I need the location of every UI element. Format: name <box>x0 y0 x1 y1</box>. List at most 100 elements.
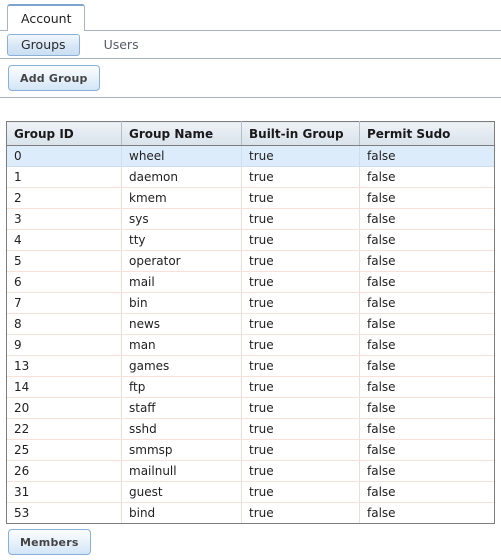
cell-built-in-group: true <box>241 460 360 482</box>
sub-tab-users[interactable]: Users <box>104 37 139 52</box>
cell-permit-sudo: false <box>359 376 494 398</box>
cell-group-name: sys <box>121 208 242 230</box>
table-row[interactable]: 8 news true false <box>7 313 494 335</box>
tab-account-label: Account <box>21 11 72 26</box>
cell-group-name: guest <box>121 481 242 503</box>
table-row[interactable]: 14 ftp true false <box>7 376 494 398</box>
cell-built-in-group: true <box>241 166 360 188</box>
groups-table-head: Group ID Group Name Built-in Group Permi… <box>7 121 494 146</box>
cell-built-in-group: true <box>241 502 360 523</box>
cell-permit-sudo: false <box>359 271 494 293</box>
cell-group-name: wheel <box>121 145 242 167</box>
cell-permit-sudo: false <box>359 334 494 356</box>
cell-built-in-group: true <box>241 271 360 293</box>
cell-group-id: 14 <box>7 376 122 398</box>
table-row[interactable]: 4 tty true false <box>7 229 494 251</box>
cell-permit-sudo: false <box>359 187 494 209</box>
cell-group-name: smmsp <box>121 439 242 461</box>
cell-permit-sudo: false <box>359 229 494 251</box>
cell-group-id: 6 <box>7 271 122 293</box>
cell-group-id: 31 <box>7 481 122 503</box>
cell-permit-sudo: false <box>359 250 494 272</box>
cell-group-name: man <box>121 334 242 356</box>
cell-built-in-group: true <box>241 397 360 419</box>
table-row[interactable]: 53 bind true false <box>7 502 494 523</box>
cell-group-name: mailnull <box>121 460 242 482</box>
cell-permit-sudo: false <box>359 208 494 230</box>
sub-tab-groups-label: Groups <box>21 37 66 52</box>
cell-group-name: bind <box>121 502 242 523</box>
sub-tab-users-label: Users <box>103 37 139 52</box>
groups-table: Group ID Group Name Built-in Group Permi… <box>7 121 494 523</box>
table-row[interactable]: 3 sys true false <box>7 208 494 230</box>
cell-group-id: 20 <box>7 397 122 419</box>
cell-built-in-group: true <box>241 439 360 461</box>
cell-built-in-group: true <box>241 418 360 440</box>
members-button[interactable]: Members <box>8 529 91 555</box>
table-row[interactable]: 0 wheel true false <box>7 145 494 167</box>
add-group-button[interactable]: Add Group <box>8 65 100 91</box>
cell-permit-sudo: false <box>359 292 494 314</box>
cell-permit-sudo: false <box>359 439 494 461</box>
cell-built-in-group: true <box>241 229 360 251</box>
cell-group-id: 3 <box>7 208 122 230</box>
column-header-group-name[interactable]: Group Name <box>121 121 242 146</box>
column-header-group-id[interactable]: Group ID <box>7 121 122 146</box>
toolbar: Add Group <box>0 59 501 98</box>
cell-built-in-group: true <box>241 355 360 377</box>
table-row[interactable]: 26 mailnull true false <box>7 460 494 482</box>
cell-permit-sudo: false <box>359 313 494 335</box>
groups-table-body: 0 wheel true false 1 daemon true false 2 kmem true… <box>7 145 494 523</box>
table-row[interactable]: 22 sshd true false <box>7 418 494 440</box>
cell-group-id: 25 <box>7 439 122 461</box>
cell-group-id: 2 <box>7 187 122 209</box>
cell-group-id: 4 <box>7 229 122 251</box>
cell-group-id: 5 <box>7 250 122 272</box>
sub-tab-row: Groups Users <box>0 31 501 59</box>
cell-group-name: daemon <box>121 166 242 188</box>
toolbar-table-gap <box>0 98 501 121</box>
sub-tab-groups[interactable]: Groups <box>7 33 80 56</box>
cell-group-name: tty <box>121 229 242 251</box>
cell-built-in-group: true <box>241 145 360 167</box>
cell-group-id: 26 <box>7 460 122 482</box>
column-header-permit-sudo[interactable]: Permit Sudo <box>359 121 494 146</box>
cell-built-in-group: true <box>241 292 360 314</box>
cell-group-id: 9 <box>7 334 122 356</box>
cell-built-in-group: true <box>241 250 360 272</box>
footer-bar: Members <box>0 524 501 560</box>
tab-account[interactable]: Account <box>7 4 86 31</box>
cell-group-name: kmem <box>121 187 242 209</box>
table-row[interactable]: 13 games true false <box>7 355 494 377</box>
cell-built-in-group: true <box>241 313 360 335</box>
add-group-button-label: Add Group <box>20 71 88 85</box>
cell-group-name: games <box>121 355 242 377</box>
cell-built-in-group: true <box>241 334 360 356</box>
cell-permit-sudo: false <box>359 418 494 440</box>
cell-permit-sudo: false <box>359 481 494 503</box>
column-header-built-in-group[interactable]: Built-in Group <box>241 121 360 146</box>
cell-group-name: bin <box>121 292 242 314</box>
table-row[interactable]: 1 daemon true false <box>7 166 494 188</box>
table-row[interactable]: 25 smmsp true false <box>7 439 494 461</box>
table-row[interactable]: 2 kmem true false <box>7 187 494 209</box>
table-row[interactable]: 7 bin true false <box>7 292 494 314</box>
table-row[interactable]: 20 staff true false <box>7 397 494 419</box>
table-row[interactable]: 5 operator true false <box>7 250 494 272</box>
cell-permit-sudo: false <box>359 355 494 377</box>
cell-group-id: 22 <box>7 418 122 440</box>
cell-built-in-group: true <box>241 376 360 398</box>
cell-group-name: staff <box>121 397 242 419</box>
cell-group-id: 1 <box>7 166 122 188</box>
members-button-label: Members <box>20 535 79 549</box>
table-row[interactable]: 6 mail true false <box>7 271 494 293</box>
main-tab-strip: Account <box>0 0 501 31</box>
table-header-row: Group ID Group Name Built-in Group Permi… <box>7 121 494 146</box>
cell-group-name: ftp <box>121 376 242 398</box>
table-row[interactable]: 9 man true false <box>7 334 494 356</box>
cell-permit-sudo: false <box>359 145 494 167</box>
cell-group-name: mail <box>121 271 242 293</box>
cell-built-in-group: true <box>241 481 360 503</box>
table-row[interactable]: 31 guest true false <box>7 481 494 503</box>
cell-permit-sudo: false <box>359 166 494 188</box>
